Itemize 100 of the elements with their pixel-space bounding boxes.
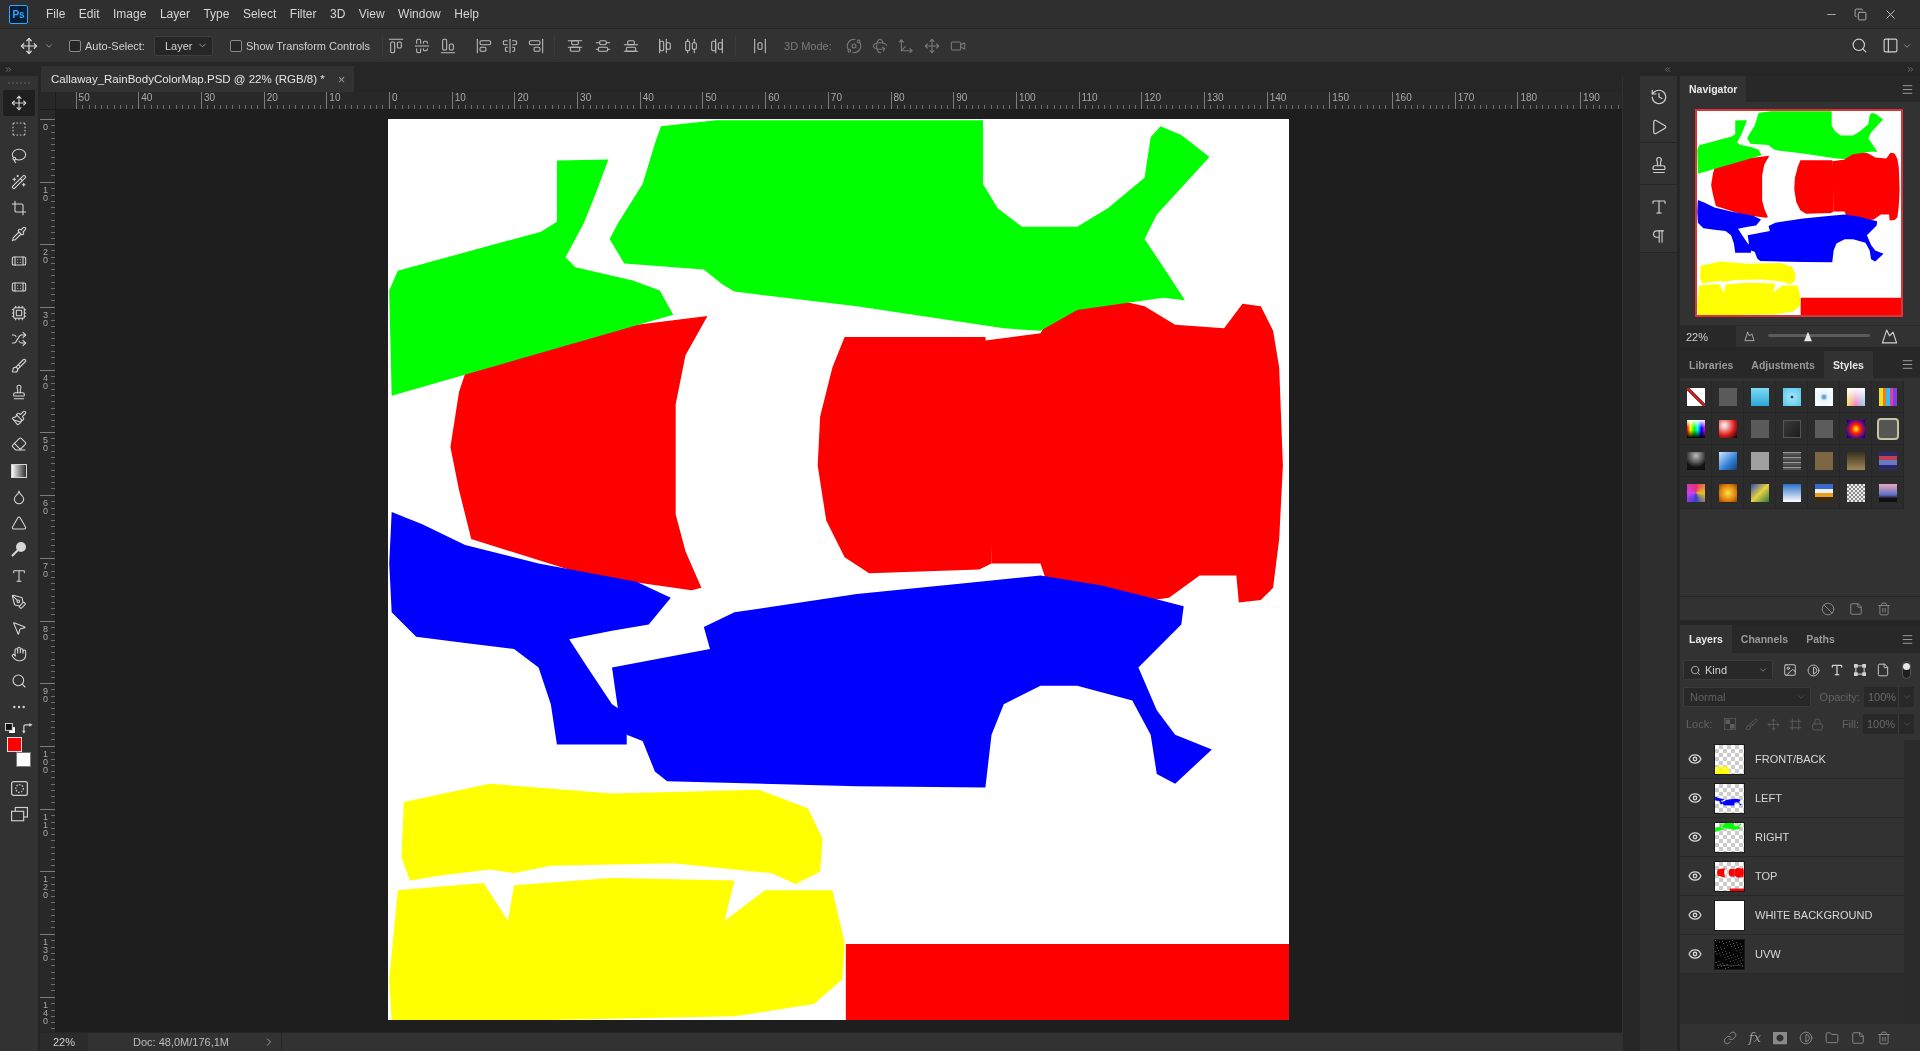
- mountain-icon[interactable]: [1881, 328, 1898, 345]
- align-center-icon[interactable]: [502, 37, 519, 54]
- distribute-right-icon[interactable]: [709, 37, 726, 54]
- folder-icon[interactable]: [1825, 1030, 1839, 1045]
- tool-button[interactable]: [3, 90, 35, 117]
- shuffle-icon[interactable]: [11, 331, 27, 348]
- dashed-square-icon[interactable]: [11, 121, 27, 138]
- style-swatch-icon[interactable]: [1750, 419, 1769, 438]
- lasso-icon[interactable]: [11, 147, 27, 164]
- target-dropdown[interactable]: Layer: [153, 35, 213, 56]
- style-swatch-icon[interactable]: [1750, 483, 1769, 502]
- mountain-icon[interactable]: [1744, 331, 1755, 342]
- eye-icon[interactable]: [1688, 791, 1702, 805]
- link-icon[interactable]: [1722, 1030, 1737, 1045]
- pointer-icon[interactable]: [11, 620, 27, 637]
- panel-tab[interactable]: Libraries: [1680, 351, 1743, 378]
- distribute-top-icon[interactable]: [567, 37, 584, 54]
- distribute-left-icon[interactable]: [657, 37, 674, 54]
- half-circle-icon[interactable]: [1807, 663, 1820, 677]
- stamp-icon[interactable]: [11, 383, 27, 400]
- menu-item[interactable]: Layer: [159, 7, 190, 21]
- align-left-icon[interactable]: [476, 37, 493, 54]
- document-tab[interactable]: Callaway_RainBodyColorMap.PSD @ 22% (RGB/8) * ×: [41, 66, 355, 92]
- style-swatch-icon[interactable]: [1814, 387, 1833, 406]
- background-swatch-icon[interactable]: [16, 752, 31, 767]
- layer-row[interactable]: LEFT: [1680, 779, 1904, 818]
- style-swatch-icon[interactable]: [1686, 419, 1705, 438]
- eye-icon[interactable]: [1688, 947, 1702, 961]
- style-swatch-icon[interactable]: [1782, 483, 1801, 502]
- checkbox[interactable]: [229, 39, 242, 52]
- eraser-icon[interactable]: [11, 436, 27, 453]
- menu-item[interactable]: File: [46, 7, 66, 21]
- stamp-icon[interactable]: [1649, 156, 1668, 174]
- style-swatch-icon[interactable]: [1718, 483, 1737, 502]
- search-icon[interactable]: [1690, 664, 1701, 676]
- page-icon[interactable]: [1849, 601, 1863, 616]
- ban-icon[interactable]: [1821, 601, 1835, 616]
- zoom-icon[interactable]: [11, 672, 27, 689]
- menu-item[interactable]: Window: [398, 7, 441, 21]
- panel-tab[interactable]: Adjustments: [1742, 351, 1824, 378]
- distribute-bottom-icon[interactable]: [623, 37, 640, 54]
- type-icon[interactable]: [11, 567, 27, 584]
- caret-icon[interactable]: [1758, 665, 1768, 675]
- panel-tab[interactable]: Layers: [1680, 625, 1732, 653]
- hand-icon[interactable]: [11, 646, 27, 663]
- trash-icon[interactable]: [1877, 601, 1891, 616]
- slider-thumb[interactable]: [1802, 330, 1814, 343]
- default-colors-icon[interactable]: [5, 722, 16, 734]
- align-right-icon[interactable]: [528, 37, 545, 54]
- mask-icon[interactable]: [1773, 1030, 1787, 1045]
- style-swatch-icon[interactable]: [1750, 387, 1769, 406]
- style-swatch-icon[interactable]: [1846, 387, 1865, 406]
- drop-icon[interactable]: [11, 488, 27, 505]
- eye-icon[interactable]: [1688, 830, 1702, 844]
- foreground-swatch-icon[interactable]: [7, 737, 22, 752]
- eyedropper-icon[interactable]: [11, 226, 27, 243]
- filter-switch[interactable]: [1902, 661, 1911, 679]
- zoom-slider[interactable]: [1768, 330, 1870, 343]
- orbit-icon[interactable]: [845, 37, 862, 54]
- panel-tab[interactable]: Channels: [1731, 625, 1798, 653]
- align-middle-icon[interactable]: [414, 37, 431, 54]
- style-swatch-icon[interactable]: [1814, 483, 1833, 502]
- magic-wand-icon[interactable]: [11, 173, 27, 190]
- move-icon[interactable]: [20, 36, 38, 55]
- distribute-center-icon[interactable]: [683, 37, 700, 54]
- layer-row[interactable]: UVW: [1680, 935, 1904, 974]
- zoom-field[interactable]: 22%: [1680, 326, 1736, 347]
- rotate-3d-icon[interactable]: [871, 37, 888, 54]
- move-3d-icon[interactable]: [897, 37, 914, 54]
- swap-arrow-icon[interactable]: [22, 722, 33, 734]
- panel-tab[interactable]: Styles: [1823, 351, 1873, 378]
- layer-row[interactable]: WHITE BACKGROUND: [1680, 896, 1904, 935]
- style-swatch-icon[interactable]: [1718, 419, 1737, 438]
- panel-icon[interactable]: [1882, 37, 1899, 54]
- trash-icon[interactable]: [1877, 1030, 1891, 1045]
- style-swatch-icon[interactable]: [1878, 451, 1897, 470]
- image-icon[interactable]: [1783, 663, 1797, 677]
- layer-row[interactable]: FRONT/BACK: [1680, 740, 1904, 779]
- distribute-middle-icon[interactable]: [595, 37, 612, 54]
- style-swatch-icon[interactable]: [1686, 483, 1705, 502]
- align-bottom-icon[interactable]: [440, 37, 457, 54]
- stacked-windows-icon[interactable]: [10, 805, 28, 823]
- transform-box-icon[interactable]: [1854, 664, 1866, 676]
- layer-row[interactable]: RIGHT: [1680, 818, 1904, 857]
- menu-item[interactable]: Type: [203, 7, 230, 21]
- gradient-icon[interactable]: [11, 462, 27, 479]
- lollipop-icon[interactable]: [11, 541, 27, 558]
- menu-item[interactable]: Help: [454, 7, 479, 21]
- chip-icon[interactable]: [11, 305, 27, 322]
- search-icon[interactable]: [1851, 37, 1868, 54]
- page-icon[interactable]: [1851, 1030, 1865, 1045]
- history-icon[interactable]: [1649, 88, 1668, 106]
- fx-button[interactable]: fx: [1748, 1030, 1761, 1045]
- style-swatch-icon[interactable]: [1686, 451, 1705, 470]
- half-circle-icon[interactable]: [1799, 1030, 1813, 1045]
- quick-mask-icon[interactable]: [10, 779, 28, 797]
- style-swatch-icon[interactable]: [1846, 451, 1865, 470]
- style-swatch-icon[interactable]: [1878, 483, 1897, 502]
- style-swatch-icon[interactable]: [1846, 483, 1865, 502]
- style-swatch-icon[interactable]: [1878, 419, 1897, 438]
